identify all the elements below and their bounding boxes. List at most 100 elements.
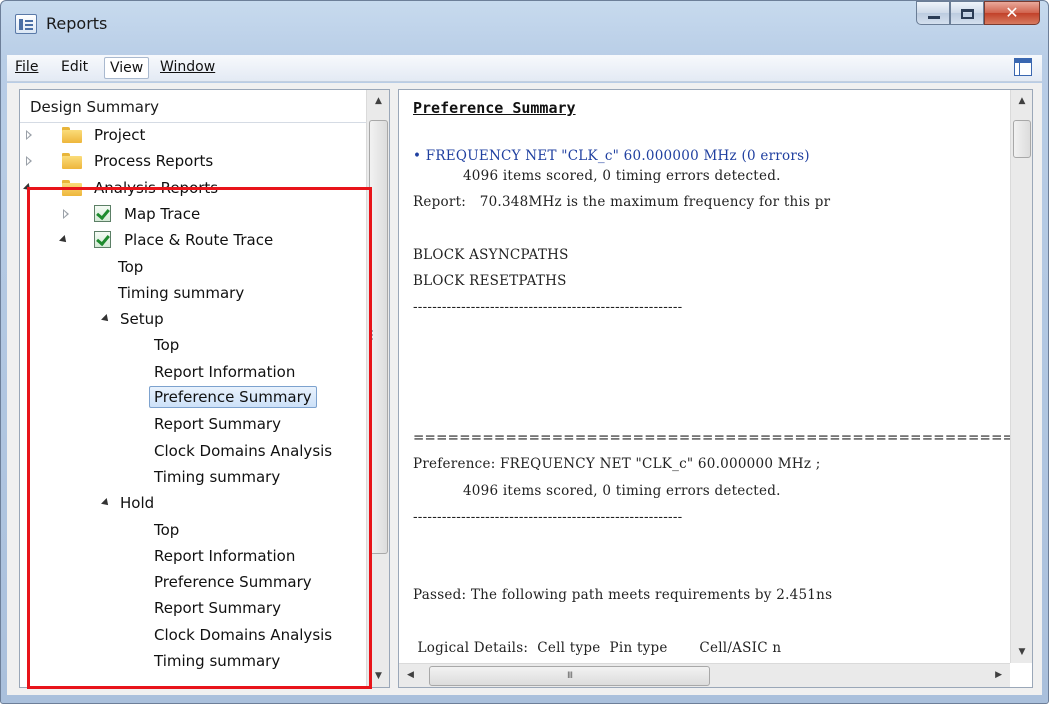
- tree-item-label: Timing summary: [154, 467, 281, 486]
- minimize-button[interactable]: [916, 1, 950, 25]
- folder-icon: [62, 153, 82, 170]
- caption-buttons: ✕: [916, 1, 1040, 27]
- menu-window-label: Window: [160, 59, 216, 75]
- menu-window[interactable]: Window: [160, 59, 215, 75]
- tree-item[interactable]: Report Summary: [20, 597, 366, 623]
- report-line: 4096 items scored, 0 timing errors detec…: [413, 482, 781, 499]
- tree-item-label: Analysis Reports: [94, 178, 219, 197]
- tree-item[interactable]: Analysis Reports: [20, 177, 366, 203]
- tree-item[interactable]: Timing summary: [20, 282, 366, 308]
- report-content-pane: Preference Summary FREQUENCY NET "CLK_c"…: [398, 89, 1033, 688]
- tree-header-title: Design Summary: [30, 98, 160, 116]
- tree-item-label: Map Trace: [124, 204, 201, 223]
- checkmark-icon: [94, 231, 111, 249]
- tree-item[interactable]: Report Information: [20, 545, 366, 571]
- tree-item-label: Clock Domains Analysis: [154, 441, 333, 460]
- tree-item[interactable]: Process Reports: [20, 150, 366, 176]
- tree-item-label: Timing summary: [118, 283, 245, 302]
- collapsed-arrow-icon[interactable]: [26, 130, 32, 140]
- tree-item[interactable]: Top: [20, 519, 366, 545]
- report-line: ----------------------------------------…: [413, 508, 683, 525]
- tree-item[interactable]: Top: [20, 334, 366, 360]
- scroll-down-arrow-icon[interactable]: ▼: [367, 671, 389, 681]
- report-line: ========================================…: [413, 430, 1033, 447]
- close-button[interactable]: ✕: [984, 1, 1040, 25]
- report-line: Preference: FREQUENCY NET "CLK_c" 60.000…: [413, 456, 821, 473]
- hscroll-grip: III: [567, 671, 573, 681]
- collapsed-arrow-icon[interactable]: [26, 156, 32, 167]
- maximize-button[interactable]: [950, 1, 984, 25]
- tree-item-label: Top: [118, 257, 144, 276]
- folder-icon: [62, 179, 82, 196]
- tree-item[interactable]: Preference Summary: [20, 386, 366, 413]
- tree-vertical-scrollbar[interactable]: ▲ ▼: [366, 90, 389, 687]
- report-vertical-scrollbar[interactable]: ▲ ▼: [1010, 90, 1032, 663]
- tree-item[interactable]: Setup: [20, 308, 366, 334]
- tree-item-label: Place & Route Trace: [124, 231, 274, 250]
- expanded-arrow-icon[interactable]: [101, 314, 111, 325]
- tree-item[interactable]: Preference Summary: [20, 571, 366, 597]
- report-heading: Preference Summary: [413, 99, 576, 117]
- menu-file-label: File: [15, 59, 39, 75]
- tree-item[interactable]: Place & Route Trace: [20, 229, 366, 255]
- menu-edit[interactable]: Edit: [61, 59, 88, 75]
- scroll-right-arrow-icon[interactable]: ▶: [995, 670, 1002, 680]
- report-line: BLOCK RESETPATHS: [413, 273, 567, 289]
- report-line: ----------------------------------------…: [413, 299, 683, 316]
- report-line: Passed: The following path meets require…: [413, 587, 833, 604]
- menu-bar: File Edit View Window: [7, 55, 1042, 82]
- tree-item-label: Report Summary: [154, 415, 281, 434]
- tree-item-label: Project: [94, 126, 146, 144]
- panel-layout-icon[interactable]: [1014, 58, 1032, 76]
- maximize-icon: [961, 9, 974, 19]
- tree-item[interactable]: Hold: [20, 492, 366, 518]
- design-summary-pane: Design Summary Project Process Reports Ana…: [19, 89, 390, 688]
- splitter-grip[interactable]: [371, 330, 374, 344]
- report-horizontal-scrollbar[interactable]: ◀ III ▶: [399, 663, 1010, 687]
- tree-item-label: Hold: [120, 494, 155, 513]
- expanded-arrow-icon[interactable]: [23, 182, 33, 193]
- close-icon: ✕: [1005, 3, 1019, 22]
- tree-item[interactable]: Timing summary: [20, 466, 366, 492]
- tree-item-label: Preference Summary: [154, 573, 312, 592]
- report-scroll-up-icon[interactable]: ▲: [1011, 96, 1032, 106]
- tree-item-label: Clock Domains Analysis: [154, 625, 333, 644]
- expanded-arrow-icon[interactable]: [101, 498, 111, 509]
- tree-item[interactable]: Timing summary: [20, 650, 366, 676]
- report-scroll-down-icon[interactable]: ▼: [1011, 647, 1032, 657]
- window-title: Reports: [46, 14, 108, 33]
- tree-header: Design Summary: [20, 90, 366, 123]
- minimize-icon: [928, 16, 940, 19]
- report-line: BLOCK ASYNCPATHS: [413, 246, 569, 263]
- tree-item-label: Report Information: [154, 546, 296, 565]
- menu-file[interactable]: File: [15, 59, 38, 75]
- tree-item-label: Preference Summary: [149, 386, 317, 408]
- tree-item[interactable]: Map Trace: [20, 203, 366, 229]
- checkmark-icon: [94, 204, 111, 222]
- report-line: Logical Details: Cell type Pin type Cell…: [413, 639, 782, 656]
- scroll-left-arrow-icon[interactable]: ◀: [407, 670, 414, 680]
- tree-item-label: Top: [154, 336, 180, 355]
- report-scroll-thumb[interactable]: [1013, 120, 1031, 158]
- scroll-up-arrow-icon[interactable]: ▲: [367, 96, 389, 106]
- tree-item[interactable]: Clock Domains Analysis: [20, 440, 366, 466]
- report-link-line[interactable]: FREQUENCY NET "CLK_c" 60.000000 MHz (0 e…: [413, 148, 810, 164]
- collapsed-arrow-icon[interactable]: [63, 208, 69, 219]
- tree-item[interactable]: Clock Domains Analysis: [20, 624, 366, 650]
- tree-item-label: Timing summary: [154, 652, 281, 670]
- tree-item-label: Process Reports: [94, 152, 214, 171]
- tree-item-label: Setup: [120, 310, 164, 329]
- report-hscroll-thumb[interactable]: III: [429, 666, 710, 686]
- menu-view[interactable]: View: [104, 57, 150, 79]
- tree-item[interactable]: Top: [20, 256, 366, 282]
- tree-item[interactable]: Project: [20, 124, 366, 150]
- folder-icon: [62, 127, 82, 143]
- tree-item[interactable]: Report Information: [20, 361, 366, 387]
- tree-item-label: Report Information: [154, 362, 296, 381]
- tree-item[interactable]: Report Summary: [20, 413, 366, 439]
- tree-item-label: Report Summary: [154, 599, 281, 618]
- tree-item-label: Top: [154, 520, 180, 539]
- expanded-arrow-icon[interactable]: [59, 235, 69, 246]
- title-bar[interactable]: Reports ✕: [1, 1, 1048, 53]
- reports-app-icon: [15, 14, 37, 34]
